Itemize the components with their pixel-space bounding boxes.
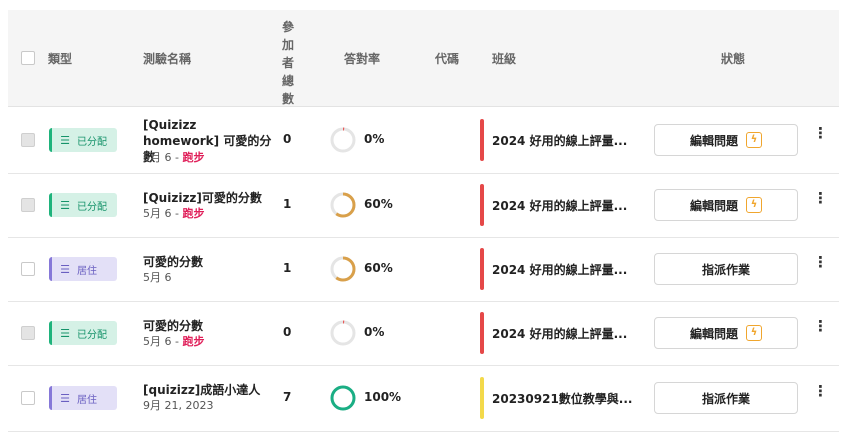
accuracy-percent: 60%: [364, 197, 393, 211]
checklist-icon: ☰: [60, 326, 70, 340]
header-accuracy[interactable]: 答對率: [344, 51, 380, 67]
select-all-checkbox[interactable]: [21, 51, 35, 65]
quiz-name[interactable]: 可愛的分數: [143, 318, 273, 334]
accuracy-percent: 0%: [364, 132, 385, 146]
header-status[interactable]: 狀態: [721, 51, 745, 67]
lightning-icon: ϟ: [746, 197, 762, 213]
type-badge: ☰ 居住: [49, 257, 117, 281]
accuracy-ring: [330, 127, 356, 153]
ring-track: [330, 127, 356, 153]
more-vertical-icon[interactable]: ⋮: [813, 191, 828, 206]
mode-text: 跑步: [182, 207, 205, 220]
header-code[interactable]: 代碼: [435, 51, 459, 67]
participant-count: 7: [283, 390, 292, 404]
quiz-name[interactable]: [Quizizz]可愛的分數: [143, 190, 273, 206]
date-text: 9月 21, 2023: [143, 399, 214, 412]
quiz-date: 5月 6 - 跑步: [143, 334, 204, 350]
row-checkbox[interactable]: [21, 133, 35, 147]
type-badge: ☰ 已分配: [49, 321, 117, 345]
action-button[interactable]: 編輯問題 ϟ: [654, 189, 798, 221]
date-text: 5月 6 -: [143, 151, 183, 164]
row-checkbox[interactable]: [21, 391, 35, 405]
quiz-date: 5月 6 - 跑步: [143, 206, 204, 222]
ring-fill: [330, 385, 356, 411]
lightning-icon: ϟ: [746, 132, 762, 148]
date-text: 5月 6 -: [143, 335, 183, 348]
quiz-date: 9月 21, 2023: [143, 398, 213, 414]
action-button[interactable]: 指派作業: [654, 253, 798, 285]
class-color-bar: [480, 119, 484, 161]
more-vertical-icon[interactable]: ⋮: [813, 255, 828, 270]
table-header: 類型 測驗名稱 參 加 者 總 數 答對率 代碼 班級 狀態: [8, 10, 839, 107]
type-label: 居住: [77, 394, 97, 406]
action-label: 指派作業: [701, 262, 750, 277]
quiz-date: 5月 6 - 跑步: [143, 150, 204, 166]
checklist-icon: ☰: [60, 262, 70, 276]
accuracy-ring: [330, 385, 356, 411]
accuracy-percent: 60%: [364, 261, 393, 275]
checklist-icon: ☰: [60, 198, 70, 212]
action-label: 編輯問題: [689, 326, 738, 341]
quiz-name[interactable]: 可愛的分數: [143, 254, 273, 270]
mode-text: 跑步: [182, 151, 205, 164]
action-label: 指派作業: [701, 391, 750, 406]
type-label: 居住: [77, 265, 97, 277]
table-row[interactable]: ☰ 已分配 [Quizizz]可愛的分數 5月 6 - 跑步 1 60% 202…: [8, 173, 839, 238]
checklist-icon: ☰: [60, 133, 70, 147]
quiz-date: 5月 6: [143, 270, 172, 286]
row-checkbox[interactable]: [21, 326, 35, 340]
action-button[interactable]: 編輯問題 ϟ: [654, 317, 798, 349]
accuracy-ring: [330, 256, 356, 282]
date-text: 5月 6 -: [143, 207, 183, 220]
header-class[interactable]: 班級: [492, 51, 516, 67]
class-color-bar: [480, 377, 484, 419]
row-checkbox[interactable]: [21, 198, 35, 212]
lightning-icon: ϟ: [746, 325, 762, 341]
action-label: 編輯問題: [689, 133, 738, 148]
quiz-name[interactable]: [quizizz]成語小達人: [143, 382, 273, 398]
accuracy-percent: 0%: [364, 325, 385, 339]
checklist-icon: ☰: [60, 391, 70, 405]
class-color-bar: [480, 248, 484, 290]
type-label: 已分配: [77, 136, 107, 148]
header-type[interactable]: 類型: [48, 51, 72, 67]
participant-count: 1: [283, 261, 292, 275]
accuracy-ring: [330, 192, 356, 218]
header-quiz-name[interactable]: 測驗名稱: [143, 51, 191, 67]
date-text: 5月 6: [143, 271, 172, 284]
mode-text: 跑步: [182, 335, 205, 348]
row-checkbox[interactable]: [21, 262, 35, 276]
table-row[interactable]: ☰ 居住 可愛的分數 5月 6 1 60% 2024 好用的線上評量... 指派…: [8, 237, 839, 302]
class-name[interactable]: 2024 好用的線上評量...: [492, 261, 627, 278]
more-vertical-icon[interactable]: ⋮: [813, 384, 828, 399]
class-name[interactable]: 2024 好用的線上評量...: [492, 325, 627, 342]
type-badge: ☰ 居住: [49, 386, 117, 410]
header-participants[interactable]: 參 加 者 總 數: [281, 18, 295, 108]
more-vertical-icon[interactable]: ⋮: [813, 319, 828, 334]
type-label: 已分配: [77, 201, 107, 213]
action-label: 編輯問題: [689, 198, 738, 213]
class-color-bar: [480, 184, 484, 226]
table-row[interactable]: ☰ 已分配 [Quizizz homework] 可愛的分數 5月 6 - 跑步…: [8, 107, 839, 174]
participant-count: 1: [283, 197, 292, 211]
accuracy-percent: 100%: [364, 390, 402, 404]
action-button[interactable]: 編輯問題 ϟ: [654, 124, 798, 156]
class-name[interactable]: 2024 好用的線上評量...: [492, 132, 627, 149]
class-name[interactable]: 2024 好用的線上評量...: [492, 197, 627, 214]
accuracy-ring: [330, 320, 356, 346]
action-button[interactable]: 指派作業: [654, 382, 798, 414]
type-badge: ☰ 已分配: [49, 128, 117, 152]
class-name[interactable]: 20230921數位教學與...: [492, 390, 632, 407]
type-badge: ☰ 已分配: [49, 193, 117, 217]
table-row[interactable]: ☰ 已分配 可愛的分數 5月 6 - 跑步 0 0% 2024 好用的線上評量.…: [8, 301, 839, 366]
type-label: 已分配: [77, 329, 107, 341]
participant-count: 0: [283, 132, 292, 146]
more-vertical-icon[interactable]: ⋮: [813, 126, 828, 141]
table-row[interactable]: ☰ 居住 [quizizz]成語小達人 9月 21, 2023 7 100% 2…: [8, 365, 839, 432]
class-color-bar: [480, 312, 484, 354]
quiz-reports-table: 類型 測驗名稱 參 加 者 總 數 答對率 代碼 班級 狀態 ☰ 已分配 [Qu…: [8, 10, 839, 435]
participant-count: 0: [283, 325, 292, 339]
ring-track: [330, 320, 356, 346]
